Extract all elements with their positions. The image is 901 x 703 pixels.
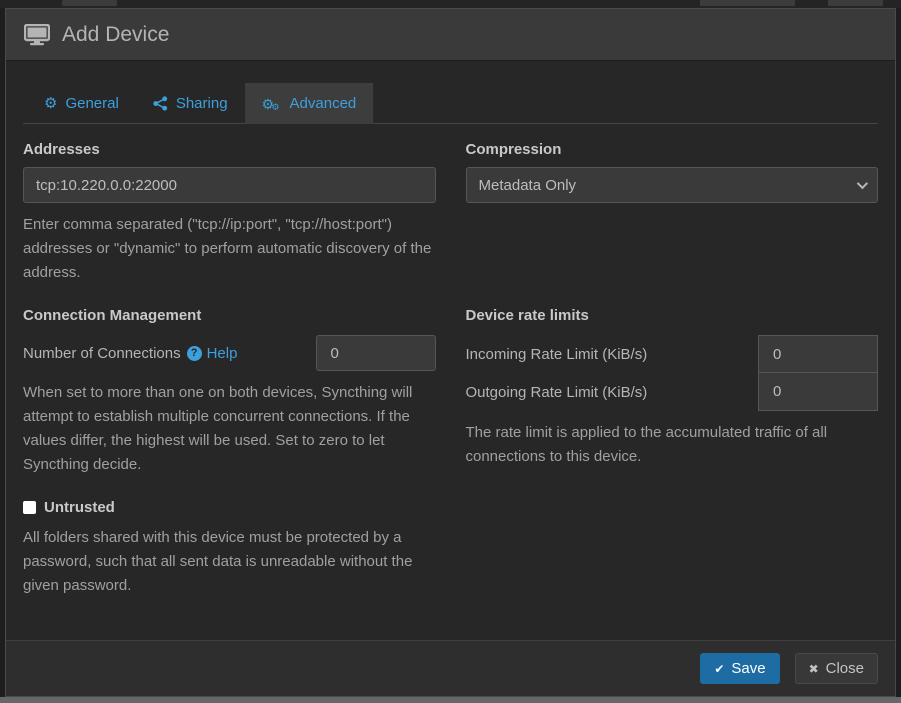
incoming-rate-label: Incoming Rate Limit (KiB/s) <box>466 346 648 363</box>
compression-label: Compression <box>466 141 879 158</box>
outgoing-rate-input[interactable] <box>758 373 878 411</box>
save-button-label: Save <box>731 660 765 677</box>
addresses-section: Addresses Enter comma separated ("tcp://… <box>23 141 436 285</box>
addresses-label: Addresses <box>23 141 436 158</box>
compression-section: Compression Metadata Only <box>466 141 879 203</box>
outgoing-rate-label: Outgoing Rate Limit (KiB/s) <box>466 384 648 401</box>
compression-selected-value: Metadata Only <box>479 177 577 194</box>
close-button-label: Close <box>826 660 864 677</box>
tab-sharing[interactable]: Sharing <box>136 83 245 124</box>
background-page <box>0 0 901 8</box>
tab-advanced[interactable]: ⚙ ⚙ Advanced <box>245 83 374 124</box>
rate-limits-section: Device rate limits Incoming Rate Limit (… <box>466 307 879 469</box>
check-icon: ✔ <box>714 663 724 675</box>
outgoing-rate-row: Outgoing Rate Limit (KiB/s) <box>466 373 879 411</box>
addresses-help: Enter comma separated ("tcp://ip:port", … <box>23 213 436 285</box>
dialog-title: Add Device <box>62 23 169 47</box>
dialog-footer: ✔ Save ✖ Close <box>6 640 895 696</box>
connection-management-section: Connection Management Number of Connecti… <box>23 307 436 477</box>
help-link-label: Help <box>207 345 238 362</box>
close-button[interactable]: ✖ Close <box>795 653 878 684</box>
gears-icon: ⚙ ⚙ <box>262 96 282 112</box>
background-remnant <box>700 0 795 6</box>
dialog-header: Add Device <box>6 9 895 61</box>
rate-limits-heading: Device rate limits <box>466 307 879 324</box>
untrusted-section: Untrusted All folders shared with this d… <box>23 499 436 598</box>
num-connections-label: Number of Connections <box>23 345 181 362</box>
num-connections-input[interactable] <box>316 335 436 371</box>
untrusted-checkbox[interactable] <box>23 501 36 514</box>
tab-general[interactable]: ⚙ General <box>27 83 136 124</box>
background-remnant <box>62 0 117 6</box>
background-page-bottom <box>0 697 901 703</box>
gear-icon: ⚙ <box>44 96 57 111</box>
question-circle-icon: ? <box>187 346 202 361</box>
add-device-dialog: Add Device ⚙ General Sharing ⚙ <box>5 8 896 697</box>
save-button[interactable]: ✔ Save <box>700 653 779 684</box>
untrusted-help: All folders shared with this device must… <box>23 526 436 598</box>
connection-management-heading: Connection Management <box>23 307 436 324</box>
tab-advanced-label: Advanced <box>290 95 357 112</box>
num-connections-row: Number of Connections ? Help <box>23 335 436 371</box>
share-icon <box>153 96 168 111</box>
background-remnant <box>828 0 883 6</box>
num-connections-label-wrap: Number of Connections ? Help <box>23 345 237 362</box>
incoming-rate-input[interactable] <box>758 335 878 373</box>
incoming-rate-row: Incoming Rate Limit (KiB/s) <box>466 335 879 373</box>
connection-management-help: When set to more than one on both device… <box>23 381 436 477</box>
help-link[interactable]: ? Help <box>187 345 238 362</box>
tab-sharing-label: Sharing <box>176 95 228 112</box>
tab-bar: ⚙ General Sharing ⚙ ⚙ Advanced <box>23 83 878 124</box>
monitor-icon <box>24 24 50 46</box>
compression-select[interactable]: Metadata Only <box>466 167 879 203</box>
tab-general-label: General <box>65 95 118 112</box>
x-icon: ✖ <box>809 663 819 675</box>
untrusted-row: Untrusted <box>23 499 436 516</box>
addresses-input[interactable] <box>23 167 436 203</box>
untrusted-label: Untrusted <box>44 499 115 516</box>
form-grid: Addresses Enter comma separated ("tcp://… <box>23 141 878 598</box>
chevron-down-icon <box>857 178 868 189</box>
rate-limits-help: The rate limit is applied to the accumul… <box>466 421 879 469</box>
dialog-body: ⚙ General Sharing ⚙ ⚙ Advanced <box>6 61 895 640</box>
